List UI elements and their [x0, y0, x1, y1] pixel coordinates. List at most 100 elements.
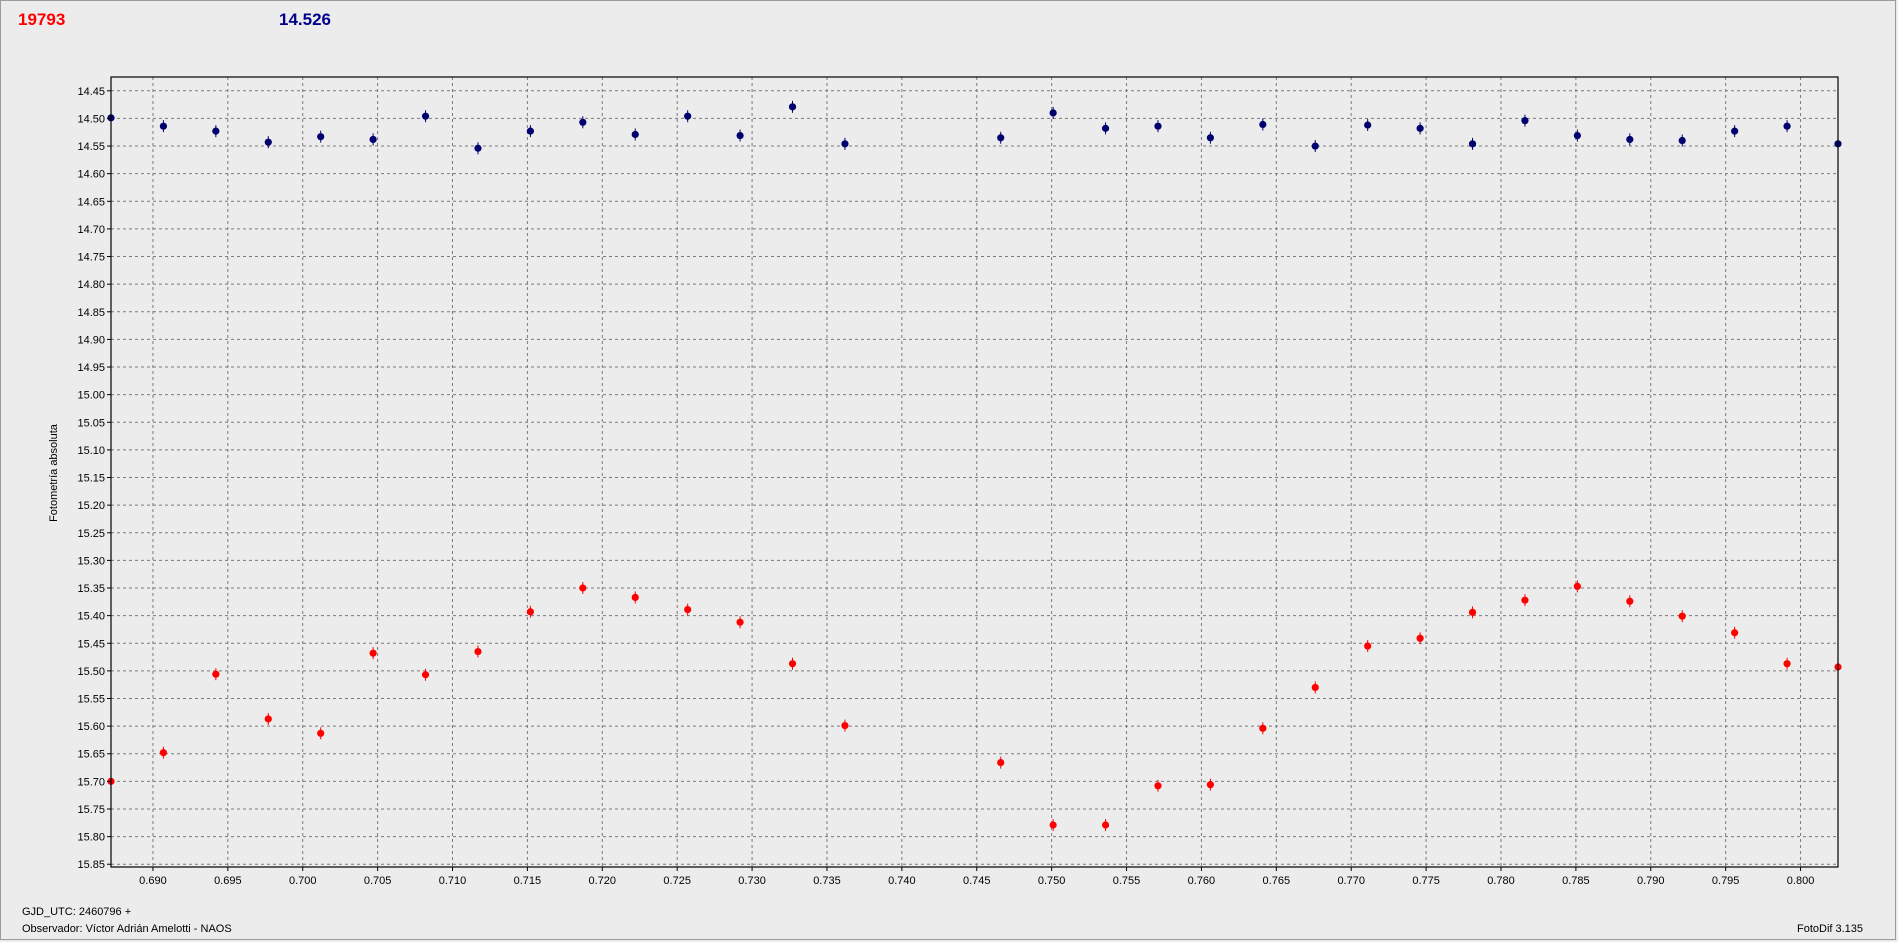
- y-tick-label: 14.55: [77, 141, 105, 153]
- y-tick-label: 15.75: [77, 804, 105, 816]
- y-tick-label: 15.80: [77, 832, 105, 844]
- data-point: [1678, 612, 1686, 620]
- data-point: [1049, 821, 1057, 829]
- data-point: [997, 134, 1005, 142]
- data-point: [212, 670, 220, 678]
- x-tick-label: 0.735: [813, 875, 841, 887]
- data-point: [579, 584, 587, 592]
- x-tick-label: 0.765: [1263, 875, 1291, 887]
- y-tick-label: 14.45: [77, 86, 105, 98]
- data-point: [264, 138, 272, 146]
- data-point: [631, 130, 639, 139]
- y-tick-label: 15.30: [77, 555, 105, 567]
- data-point: [1521, 117, 1529, 125]
- data-point: [1783, 122, 1791, 130]
- data-point: [1101, 821, 1110, 829]
- y-tick-label: 14.65: [77, 196, 105, 208]
- data-point: [264, 715, 272, 723]
- data-point: [579, 118, 587, 126]
- data-point: [1416, 634, 1424, 642]
- data-point: [1783, 660, 1791, 668]
- data-point: [1259, 120, 1267, 129]
- data-point: [684, 605, 692, 614]
- data-point: [317, 729, 325, 737]
- x-tick-label: 0.800: [1787, 875, 1815, 887]
- y-tick-label: 15.10: [77, 445, 105, 457]
- data-point: [1364, 121, 1372, 129]
- data-point: [526, 127, 534, 135]
- data-point: [736, 618, 744, 626]
- version-label: FotoDif 3.135: [1797, 923, 1864, 935]
- photometry-chart: 14.45 14.50 14.55 14.60 14.65 14.70 14.75 14.80…: [48, 76, 1842, 887]
- x-tick-label: 0.760: [1188, 875, 1216, 887]
- x-tick-label: 0.700: [289, 875, 317, 887]
- data-point: [1311, 142, 1319, 150]
- data-point: [421, 671, 430, 679]
- x-tick-label: 0.750: [1038, 875, 1066, 887]
- x-tick-label: 0.795: [1712, 875, 1740, 887]
- data-point: [1678, 136, 1686, 145]
- x-tick-label: 0.745: [963, 875, 991, 887]
- data-point: [1364, 642, 1372, 650]
- x-tick-label: 0.755: [1113, 875, 1141, 887]
- y-tick-label: 15.35: [77, 583, 105, 595]
- data-point: [474, 144, 482, 152]
- x-tick-label: 0.740: [888, 875, 916, 887]
- data-point: [1731, 629, 1739, 637]
- y-tick-label: 15.60: [77, 721, 105, 733]
- x-tick-label: 0.720: [589, 875, 617, 887]
- y-tick-label: 14.75: [77, 252, 105, 264]
- data-point: [1206, 781, 1215, 789]
- data-point: [317, 133, 325, 141]
- x-tick-label: 0.690: [139, 875, 167, 887]
- data-point: [788, 660, 797, 668]
- data-point: [788, 103, 797, 111]
- data-point: [1154, 782, 1162, 790]
- x-tick-label: 0.775: [1412, 875, 1440, 887]
- data-point: [1573, 131, 1581, 140]
- data-point: [1101, 124, 1110, 132]
- x-tick-label: 0.705: [364, 875, 392, 887]
- y-tick-label: 14.90: [77, 334, 105, 346]
- y-tick-label: 15.65: [77, 749, 105, 761]
- x-tick-label: 0.710: [439, 875, 467, 887]
- data-point: [212, 127, 220, 135]
- y-tick-label: 15.50: [77, 666, 105, 678]
- y-tick-label: 14.80: [77, 279, 105, 291]
- data-point: [1573, 582, 1581, 590]
- y-tick-label: 14.60: [77, 169, 105, 181]
- x-tick-label: 0.770: [1337, 875, 1365, 887]
- data-point: [736, 131, 744, 140]
- data-point: [369, 135, 377, 144]
- y-axis-label: Fotometría absoluta: [48, 423, 60, 522]
- plot-area: [111, 77, 1838, 867]
- y-tick-label: 15.15: [77, 473, 105, 485]
- data-point: [369, 649, 377, 657]
- gjd-label: GJD_UTC: 2460796 +: [22, 906, 132, 918]
- y-tick-label: 15.85: [77, 859, 105, 871]
- data-point: [159, 749, 168, 757]
- data-point: [1468, 608, 1477, 616]
- x-tick-label: 0.695: [214, 875, 242, 887]
- data-point: [1154, 122, 1162, 130]
- y-tick-label: 14.95: [77, 362, 105, 374]
- data-point: [1626, 597, 1634, 605]
- y-tick-label: 15.25: [77, 528, 105, 540]
- data-point: [474, 647, 482, 656]
- data-point: [1206, 134, 1215, 142]
- y-tick-label: 15.55: [77, 694, 105, 706]
- y-tick-label: 15.05: [77, 417, 105, 429]
- data-point: [421, 112, 430, 120]
- data-point: [526, 608, 534, 616]
- data-point: [841, 721, 849, 730]
- data-point: [841, 140, 849, 148]
- data-point: [1731, 127, 1739, 135]
- y-tick-label: 14.85: [77, 307, 105, 319]
- data-point: [1626, 135, 1634, 144]
- y-tick-label: 15.70: [77, 776, 105, 788]
- y-tick-label: 15.20: [77, 500, 105, 512]
- data-point: [1259, 724, 1267, 732]
- x-tick-label: 0.715: [514, 875, 542, 887]
- data-point: [1521, 596, 1529, 604]
- data-point: [1311, 683, 1319, 692]
